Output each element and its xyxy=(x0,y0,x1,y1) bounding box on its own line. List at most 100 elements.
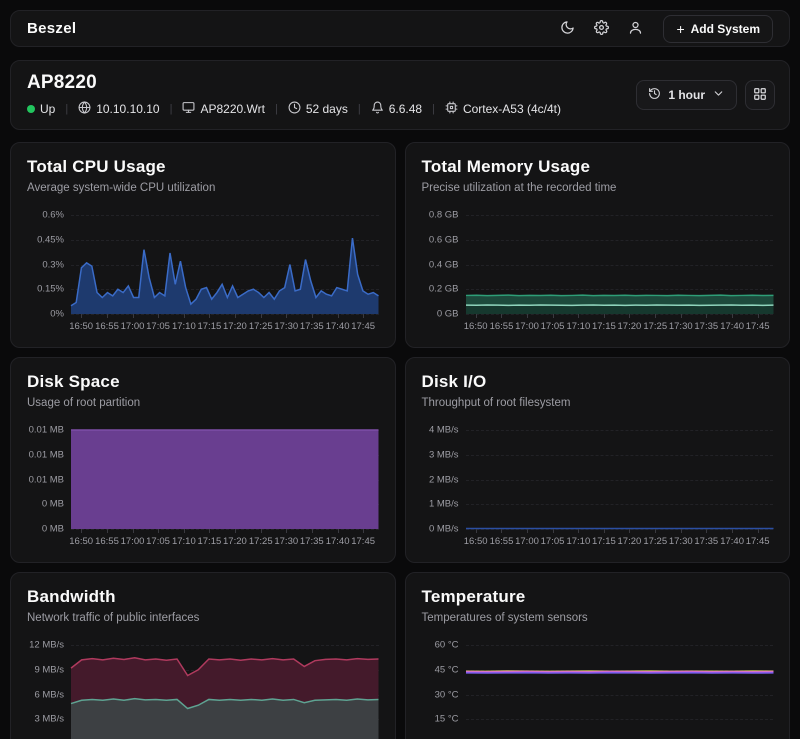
monitor-icon xyxy=(182,101,195,117)
x-axis-tick-label: 16:55 xyxy=(95,321,119,332)
chart-title: Total CPU Usage xyxy=(27,157,379,177)
x-axis-tick-label: 17:10 xyxy=(172,321,196,332)
x-axis-tick xyxy=(578,314,579,318)
chart-title: Bandwidth xyxy=(27,587,379,607)
x-axis-tick-label: 16:50 xyxy=(69,536,93,547)
x-axis-tick xyxy=(681,529,682,533)
y-axis-tick-label: 0.01 MB xyxy=(29,449,64,460)
chart-title: Disk Space xyxy=(27,372,379,392)
x-axis-tick xyxy=(363,314,364,318)
divider: | xyxy=(432,103,435,115)
x-axis-tick-label: 17:25 xyxy=(643,321,667,332)
x-axis-tick xyxy=(209,314,210,318)
disk-space-plot[interactable] xyxy=(71,430,379,529)
chart-subtitle: Usage of root partition xyxy=(27,397,379,409)
theme-toggle-button[interactable] xyxy=(553,15,581,43)
x-axis-tick-label: 17:05 xyxy=(541,321,565,332)
x-axis-tick-label: 16:50 xyxy=(464,536,488,547)
x-axis: 16:5016:5517:0017:0517:1017:1517:2017:25… xyxy=(466,529,774,550)
x-axis-tick-label: 17:35 xyxy=(694,321,718,332)
x-axis-tick xyxy=(81,314,82,318)
x-axis-tick xyxy=(527,314,528,318)
x-axis-tick-label: 17:40 xyxy=(720,536,744,547)
memory-usage-plot[interactable] xyxy=(466,215,774,314)
brand-logo[interactable]: Beszel xyxy=(27,20,76,37)
bandwidth-plot[interactable] xyxy=(71,645,379,739)
x-axis-tick xyxy=(629,314,630,318)
y-axis-tick-label: 0.4 GB xyxy=(429,259,459,270)
y-axis-tick-label: 3 MB/s xyxy=(34,714,64,725)
y-axis: 4 MB/s3 MB/s2 MB/s1 MB/s0 MB/s xyxy=(422,430,466,529)
y-axis-tick-label: 0.6 GB xyxy=(429,234,459,245)
cpu-chip-icon xyxy=(445,101,458,117)
status-label: Up xyxy=(40,102,55,116)
x-axis-tick xyxy=(501,314,502,318)
user-menu-button[interactable] xyxy=(621,15,649,43)
y-axis-tick-label: 12 MB/s xyxy=(29,640,64,651)
y-axis-tick-label: 0 GB xyxy=(437,309,459,320)
y-axis-tick-label: 0.15% xyxy=(37,284,64,295)
x-axis-tick-label: 17:25 xyxy=(249,321,273,332)
x-axis-tick xyxy=(732,314,733,318)
top-nav: Beszel + Add System xyxy=(10,10,790,47)
y-axis-tick-label: 2 MB/s xyxy=(429,474,459,485)
settings-button[interactable] xyxy=(587,15,615,43)
x-axis-tick-label: 17:40 xyxy=(720,321,744,332)
add-system-button[interactable]: + Add System xyxy=(663,15,773,43)
x-axis-tick-label: 17:25 xyxy=(249,536,273,547)
x-axis-tick-label: 17:10 xyxy=(566,536,590,547)
x-axis-tick xyxy=(681,314,682,318)
x-axis-tick-label: 17:05 xyxy=(541,536,565,547)
x-axis-tick xyxy=(261,314,262,318)
layout-grid-button[interactable] xyxy=(745,80,775,110)
status-dot xyxy=(27,105,35,113)
chart-subtitle: Throughput of root filesystem xyxy=(422,397,774,409)
x-axis-tick xyxy=(553,314,554,318)
bandwidth-received-area xyxy=(71,699,379,739)
x-axis-tick xyxy=(286,314,287,318)
disk-disk-used-area xyxy=(71,430,379,529)
divider: | xyxy=(275,103,278,115)
y-axis-tick-label: 60 °C xyxy=(435,640,459,651)
disk-io-plot[interactable] xyxy=(466,430,774,529)
x-axis-tick xyxy=(184,314,185,318)
disk-io-chart-card: Disk I/O Throughput of root filesystem 4… xyxy=(405,357,791,563)
gear-icon xyxy=(594,20,609,38)
x-axis-tick-label: 17:10 xyxy=(172,536,196,547)
x-axis-tick-label: 17:20 xyxy=(618,536,642,547)
add-system-label: Add System xyxy=(691,22,760,36)
x-axis-tick xyxy=(209,529,210,533)
y-axis-tick-label: 4 MB/s xyxy=(429,425,459,436)
x-axis: 16:5016:5517:0017:0517:1017:1517:2017:25… xyxy=(71,314,379,335)
ip-address: 10.10.10.10 xyxy=(96,102,159,116)
x-axis-tick xyxy=(312,529,313,533)
cpu-usage-plot[interactable] xyxy=(71,215,379,314)
system-cpu-model: Cortex-A53 (4c/4t) xyxy=(445,101,561,117)
y-axis-tick-label: 0 MB/s xyxy=(429,524,459,535)
x-axis-tick xyxy=(655,314,656,318)
memory-usage-chart-card: Total Memory Usage Precise utilization a… xyxy=(405,142,791,348)
x-axis: 16:5016:5517:0017:0517:1017:1517:2017:25… xyxy=(466,314,774,335)
x-axis-tick-label: 17:45 xyxy=(351,321,375,332)
x-axis-tick-label: 17:15 xyxy=(592,536,616,547)
charts-grid: Total CPU Usage Average system-wide CPU … xyxy=(10,142,790,739)
x-axis-tick xyxy=(261,529,262,533)
uptime: 52 days xyxy=(306,102,348,116)
x-axis-tick xyxy=(476,314,477,318)
divider: | xyxy=(65,103,68,115)
x-axis-tick xyxy=(527,529,528,533)
x-axis-tick xyxy=(312,314,313,318)
system-info-bar: AP8220 Up | 10.10.10.10 | AP8220.Wrt | xyxy=(10,60,790,130)
time-range-select[interactable]: 1 hour xyxy=(636,80,737,110)
x-axis-tick xyxy=(286,529,287,533)
x-axis-tick-label: 16:55 xyxy=(95,536,119,547)
y-axis-tick-label: 45 °C xyxy=(435,664,459,675)
x-axis-tick-label: 17:35 xyxy=(694,536,718,547)
x-axis-tick-label: 17:20 xyxy=(223,321,247,332)
y-axis-tick-label: 1 MB/s xyxy=(429,499,459,510)
y-axis-tick-label: 6 MB/s xyxy=(34,689,64,700)
x-axis-tick xyxy=(81,529,82,533)
x-axis-tick-label: 16:50 xyxy=(464,321,488,332)
temperature-plot[interactable] xyxy=(466,645,774,739)
x-axis-tick xyxy=(553,529,554,533)
